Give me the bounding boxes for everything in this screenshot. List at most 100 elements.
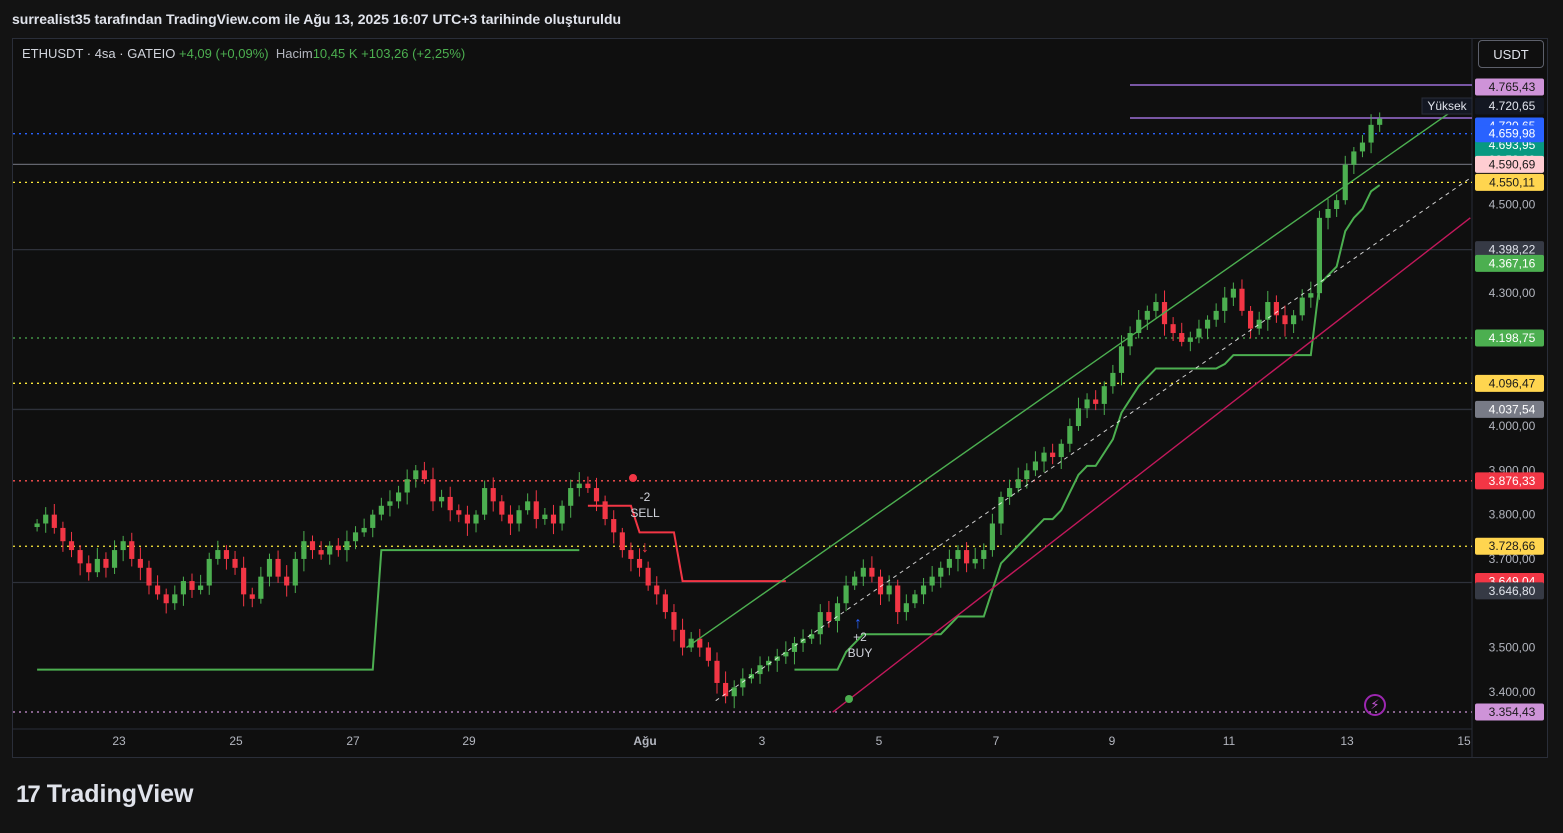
candle-body xyxy=(671,612,677,630)
candle-body xyxy=(869,567,875,577)
time-tick-label: Ağu xyxy=(633,734,656,748)
price-label-text: 4.765,43 xyxy=(1489,80,1536,94)
candle-body xyxy=(34,523,40,528)
candle-body xyxy=(1325,209,1331,218)
candle-body xyxy=(292,558,298,586)
candle-body xyxy=(972,558,978,564)
candle-body xyxy=(249,594,255,599)
candle-body xyxy=(206,558,212,586)
candle-body xyxy=(1196,328,1202,338)
candle-body xyxy=(464,514,470,524)
candle-body xyxy=(266,558,273,577)
candle-body xyxy=(137,558,143,568)
candle-body xyxy=(387,501,393,506)
sell-dot xyxy=(629,474,637,482)
candle-body xyxy=(103,558,109,568)
candle-body xyxy=(662,594,668,613)
candle-body xyxy=(1170,324,1176,334)
candle-body xyxy=(490,488,496,502)
candle-body xyxy=(1024,470,1030,480)
lightning-icon[interactable]: ⚡ xyxy=(1364,694,1386,716)
candle-body xyxy=(1351,151,1357,165)
time-tick-label: 29 xyxy=(462,734,476,748)
candle-body xyxy=(1230,288,1236,298)
time-tick-label: 5 xyxy=(876,734,883,748)
candle-body xyxy=(955,550,961,559)
candle-body xyxy=(568,488,574,506)
price-tick-label: 3.800,00 xyxy=(1489,508,1536,522)
candle-body xyxy=(275,558,281,577)
candle-body xyxy=(654,585,660,595)
tradingview-wordmark: TradingView xyxy=(46,780,194,808)
candle-body xyxy=(628,550,634,559)
candle-body xyxy=(447,496,453,511)
trailing-stop-line-bull xyxy=(794,184,1381,671)
candle-body xyxy=(602,501,608,520)
candle-body xyxy=(550,514,557,524)
candle-body xyxy=(826,612,832,621)
symbol-name[interactable]: ETHUSDT · 4sa · GATEIO xyxy=(22,46,175,61)
price-tick-label: 3.400,00 xyxy=(1489,685,1536,699)
buy-dot xyxy=(845,695,853,703)
candle-body xyxy=(232,558,238,568)
price-chart[interactable]: -2SELL+2BUY↓↑3.400,003.500,003.700,003.8… xyxy=(0,0,1563,833)
candle-body xyxy=(946,558,952,568)
candle-body xyxy=(731,687,737,697)
candle-body xyxy=(198,585,204,590)
candle-body xyxy=(1041,452,1047,462)
candle-body xyxy=(180,581,186,595)
time-tick-label: 25 xyxy=(229,734,243,748)
candle-body xyxy=(1058,443,1064,458)
candle-body xyxy=(172,594,178,604)
time-tick-label: 27 xyxy=(346,734,360,748)
candle-body xyxy=(258,576,264,599)
candle-body xyxy=(309,541,316,551)
candle-body xyxy=(1247,310,1254,329)
candle-body xyxy=(1282,315,1288,325)
price-label-text: 4.037,54 xyxy=(1489,402,1536,416)
tradingview-logo-icon: 17 xyxy=(16,780,41,808)
candle-body xyxy=(378,505,384,515)
candle-body xyxy=(370,514,376,528)
candle-body xyxy=(843,585,849,604)
candle-body xyxy=(585,483,591,489)
price-label-text: 4.720,65 xyxy=(1489,99,1536,113)
price-label-text: 3.728,66 xyxy=(1489,539,1536,553)
candle-body xyxy=(146,567,152,586)
tradingview-logo[interactable]: 17 TradingView xyxy=(16,780,194,809)
candle-body xyxy=(507,514,514,524)
candle-body xyxy=(1377,118,1383,125)
candle-body xyxy=(404,479,410,493)
candle-body xyxy=(129,541,135,559)
candle-body xyxy=(1075,408,1082,427)
price-tick-label: 3.500,00 xyxy=(1489,641,1536,655)
channel-upper-line xyxy=(686,97,1471,649)
candle-body xyxy=(757,665,763,675)
candle-body xyxy=(430,479,436,502)
trailing-stop-line-bull xyxy=(37,549,580,671)
buy-arrow-icon: ↑ xyxy=(854,615,862,632)
candle-body xyxy=(1342,164,1348,201)
candle-body xyxy=(1291,315,1297,325)
candle-body xyxy=(533,501,539,520)
candle-body xyxy=(155,585,161,595)
candle-body xyxy=(1007,488,1013,497)
candle-body xyxy=(1118,346,1125,373)
time-tick-label: 15 xyxy=(1457,734,1471,748)
candle-body xyxy=(1093,399,1099,404)
candle-body xyxy=(1050,452,1056,458)
candle-body xyxy=(593,488,600,502)
candle-body xyxy=(912,594,918,604)
price-change: +4,09 (+0,09%) xyxy=(179,46,269,61)
price-label-text: 3.876,33 xyxy=(1489,474,1536,488)
price-tick-label: 4.500,00 xyxy=(1489,198,1536,212)
candle-body xyxy=(989,523,995,551)
volume-value: 10,45 K xyxy=(312,46,358,61)
candle-body xyxy=(1204,319,1211,329)
candle-body xyxy=(525,501,531,511)
candle-body xyxy=(516,510,522,524)
currency-button[interactable]: USDT xyxy=(1478,40,1544,68)
high-tag-text: Yüksek xyxy=(1427,99,1467,113)
time-tick-label: 7 xyxy=(993,734,1000,748)
price-label-text: 4.367,16 xyxy=(1489,256,1536,270)
